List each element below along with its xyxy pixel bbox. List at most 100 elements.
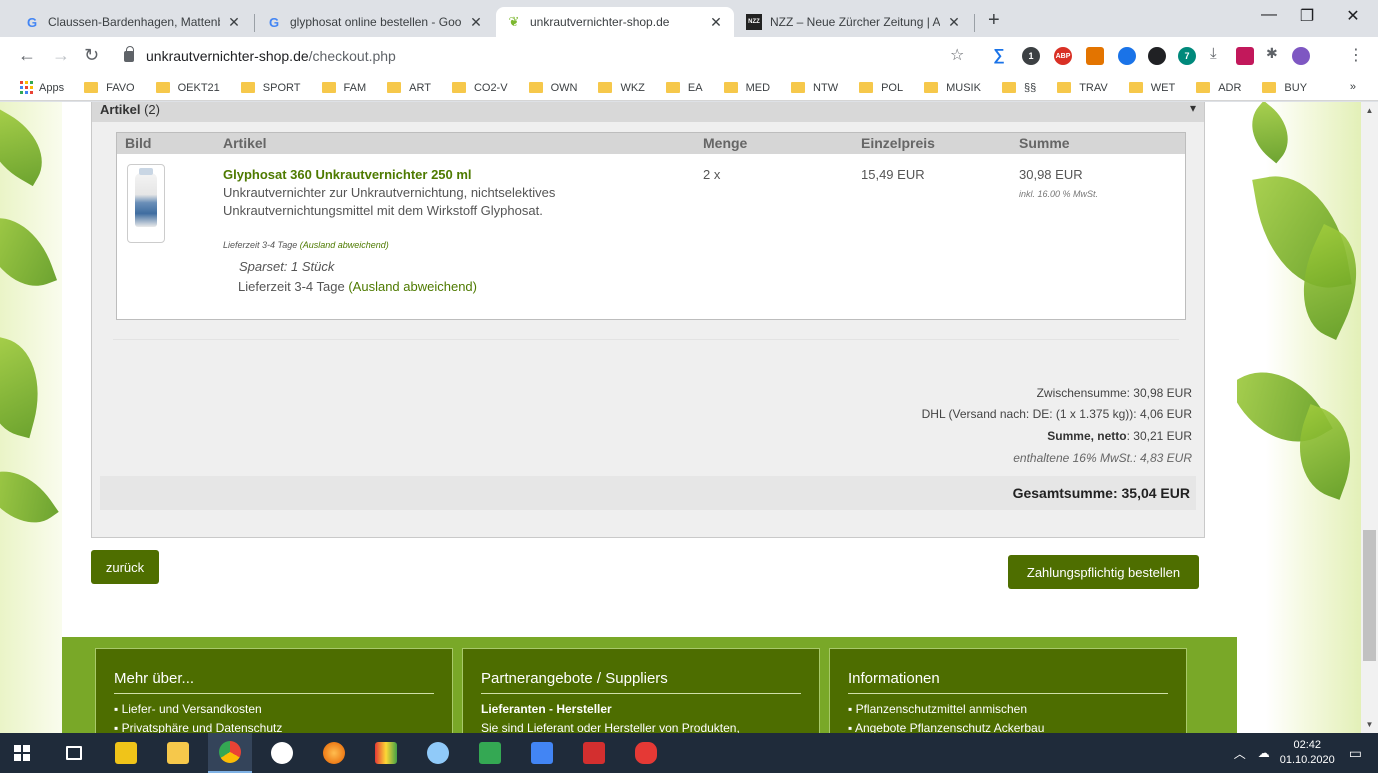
scroll-up-arrow-icon[interactable]: ▲ bbox=[1361, 102, 1378, 119]
folder-icon bbox=[1057, 82, 1072, 93]
windows-start-icon[interactable] bbox=[0, 733, 44, 773]
close-window-button[interactable]: ✕ bbox=[1330, 6, 1376, 26]
extension-badge-icon[interactable]: 1 bbox=[1022, 47, 1040, 65]
item-quantity: 2 x bbox=[703, 167, 721, 182]
bookmark-folder[interactable]: FAM bbox=[321, 82, 366, 94]
restore-button[interactable]: ❐ bbox=[1284, 6, 1330, 26]
bookmark-folder[interactable]: SPORT bbox=[240, 82, 301, 94]
shield-extension-icon[interactable] bbox=[1118, 47, 1136, 65]
bookmark-apps[interactable]: Apps bbox=[39, 82, 64, 94]
extensions-puzzle-icon[interactable]: ✱ bbox=[1266, 45, 1278, 62]
clock[interactable]: 02:42 01.10.2020 bbox=[1280, 738, 1335, 768]
nzz-icon: NZZ bbox=[746, 14, 762, 30]
column-header-article: Artikel bbox=[223, 135, 267, 151]
articles-title: Artikel bbox=[100, 102, 141, 117]
footer-suppliers-heading[interactable]: Lieferanten - Hersteller bbox=[481, 700, 801, 719]
footer-link-mixing[interactable]: Pflanzenschutzmittel anmischen bbox=[848, 700, 1168, 719]
download-icon[interactable]: ⤓ bbox=[1210, 45, 1217, 62]
collapse-caret-icon[interactable]: ▾ bbox=[1190, 102, 1196, 116]
bookmark-folder[interactable]: MED bbox=[723, 82, 770, 94]
bookmark-folder[interactable]: CO2-V bbox=[451, 82, 508, 94]
url-path: /checkout.php bbox=[308, 48, 396, 64]
close-tab-icon[interactable]: ✕ bbox=[708, 14, 724, 31]
bookmark-folder[interactable]: MUSIK bbox=[924, 82, 981, 94]
close-tab-icon[interactable]: ✕ bbox=[946, 14, 962, 31]
scroll-down-arrow-icon[interactable]: ▼ bbox=[1361, 716, 1378, 733]
subtotal-row: Zwischensumme: 30,98 EUR bbox=[1036, 386, 1192, 400]
sheets-icon[interactable] bbox=[468, 733, 512, 773]
menu-kebab-icon[interactable]: ⋮ bbox=[1348, 45, 1364, 65]
file-explorer-icon[interactable] bbox=[156, 733, 200, 773]
profile-avatar[interactable] bbox=[1292, 47, 1310, 65]
bookmark-folder[interactable]: EA bbox=[665, 82, 703, 94]
tab-glyphosat-search[interactable]: G glyphosat online bestellen - Goo ✕ bbox=[256, 7, 494, 37]
bookmark-folder[interactable]: NTW bbox=[791, 82, 838, 94]
apps-grid-icon[interactable] bbox=[20, 81, 33, 94]
cloud-app-icon[interactable] bbox=[416, 733, 460, 773]
cart-items-table: Bild Artikel Menge Einzelpreis Summe Gly… bbox=[116, 132, 1186, 320]
reload-icon[interactable]: ↻ bbox=[84, 45, 99, 66]
close-tab-icon[interactable]: ✕ bbox=[226, 14, 242, 31]
adblock-plus-icon[interactable]: ABP bbox=[1054, 47, 1072, 65]
bookmark-folder[interactable]: TRAV bbox=[1057, 82, 1108, 94]
pocket-icon[interactable] bbox=[1236, 47, 1254, 65]
tray-chevron-up-icon[interactable]: ︿ bbox=[1234, 745, 1246, 762]
page-scrollbar[interactable]: ▲ ▼ bbox=[1361, 102, 1378, 733]
puzzle-color-extension-icon[interactable] bbox=[1086, 47, 1104, 65]
bookmark-star-icon[interactable]: ☆ bbox=[950, 45, 964, 65]
articles-panel-header[interactable]: Artikel (2) ▾ bbox=[92, 102, 1204, 122]
folder-icon bbox=[451, 82, 466, 93]
hp-icon[interactable] bbox=[260, 733, 304, 773]
bookmark-folder[interactable]: POL bbox=[859, 82, 903, 94]
bookmark-folder[interactable]: ADR bbox=[1196, 82, 1241, 94]
footer-link-crop-protection[interactable]: Angebote Pflanzenschutz Ackerbau bbox=[848, 719, 1168, 733]
folder-icon bbox=[240, 82, 255, 93]
acrobat-icon[interactable] bbox=[572, 733, 616, 773]
foreign-delivery-link-small[interactable]: (Ausland abweichend) bbox=[300, 240, 389, 250]
circle-extension-icon[interactable] bbox=[1148, 47, 1166, 65]
tab-nzz[interactable]: NZZ NZZ – Neue Zürcher Zeitung | Ak ✕ bbox=[736, 7, 972, 37]
docs-icon[interactable] bbox=[520, 733, 564, 773]
bookmark-folder[interactable]: WET bbox=[1128, 82, 1175, 94]
footer-link-shipping-costs[interactable]: Liefer- und Versandkosten bbox=[114, 700, 434, 719]
folder-icon bbox=[155, 82, 170, 93]
bookmark-folder[interactable]: BUY bbox=[1262, 82, 1307, 94]
bookmarks-bar: Apps FAVO OEKT21 SPORT FAM ART CO2-V OWN… bbox=[0, 75, 1378, 101]
notifications-icon[interactable]: ▭ bbox=[1349, 745, 1362, 762]
firefox-icon[interactable] bbox=[312, 733, 356, 773]
new-tab-button[interactable]: + bbox=[988, 9, 1000, 32]
address-bar[interactable]: unkrautvernichter-shop.de/checkout.php bbox=[112, 41, 982, 71]
extension-seven-icon[interactable]: 7 bbox=[1178, 47, 1196, 65]
tab-unkrautvernichter-shop[interactable]: ❦ unkrautvernichter-shop.de ✕ bbox=[496, 7, 734, 37]
tab-claussen[interactable]: G Claussen-Bardenhagen, Mattenb ✕ bbox=[14, 7, 252, 37]
bookmark-folder[interactable]: OEKT21 bbox=[155, 82, 220, 94]
back-arrow-icon[interactable]: ← bbox=[18, 45, 36, 66]
page-viewport: Artikel (2) ▾ Bild Artikel Menge Einzelp… bbox=[0, 102, 1361, 733]
chrome-icon[interactable] bbox=[208, 733, 252, 773]
place-order-button[interactable]: Zahlungspflichtig bestellen bbox=[1008, 555, 1199, 589]
forward-arrow-icon[interactable]: → bbox=[52, 45, 70, 66]
bookmarks-overflow-button[interactable]: » bbox=[1350, 81, 1356, 93]
product-thumbnail[interactable] bbox=[127, 164, 165, 243]
back-button[interactable]: zurück bbox=[91, 550, 159, 584]
close-tab-icon[interactable]: ✕ bbox=[468, 14, 484, 31]
bookmark-folder[interactable]: OWN bbox=[528, 82, 577, 94]
folder-icon bbox=[598, 82, 613, 93]
network-icon[interactable]: ☁ bbox=[1258, 746, 1270, 760]
bookmark-folder[interactable]: §§ bbox=[1001, 82, 1036, 94]
folder-icon bbox=[665, 82, 680, 93]
bookmark-folder[interactable]: FAVO bbox=[84, 82, 135, 94]
red-app-icon[interactable] bbox=[624, 733, 668, 773]
paint-brushes-icon[interactable] bbox=[364, 733, 408, 773]
divider bbox=[113, 339, 1179, 340]
net-sum-row: Summe, netto: 30,21 EUR bbox=[1047, 429, 1192, 443]
sigma-extension-icon[interactable]: ∑ bbox=[990, 47, 1008, 65]
bookmark-folder[interactable]: ART bbox=[387, 82, 431, 94]
store-icon[interactable] bbox=[104, 733, 148, 773]
bookmark-folder[interactable]: WKZ bbox=[598, 82, 645, 94]
foreign-delivery-link[interactable]: (Ausland abweichend) bbox=[348, 279, 477, 294]
task-view-icon[interactable] bbox=[52, 733, 96, 773]
footer-link-privacy[interactable]: Privatsphäre und Datenschutz bbox=[114, 719, 434, 733]
product-name-link[interactable]: Glyphosat 360 Unkrautvernichter 250 ml bbox=[223, 167, 472, 182]
scrollbar-thumb[interactable] bbox=[1363, 530, 1376, 661]
